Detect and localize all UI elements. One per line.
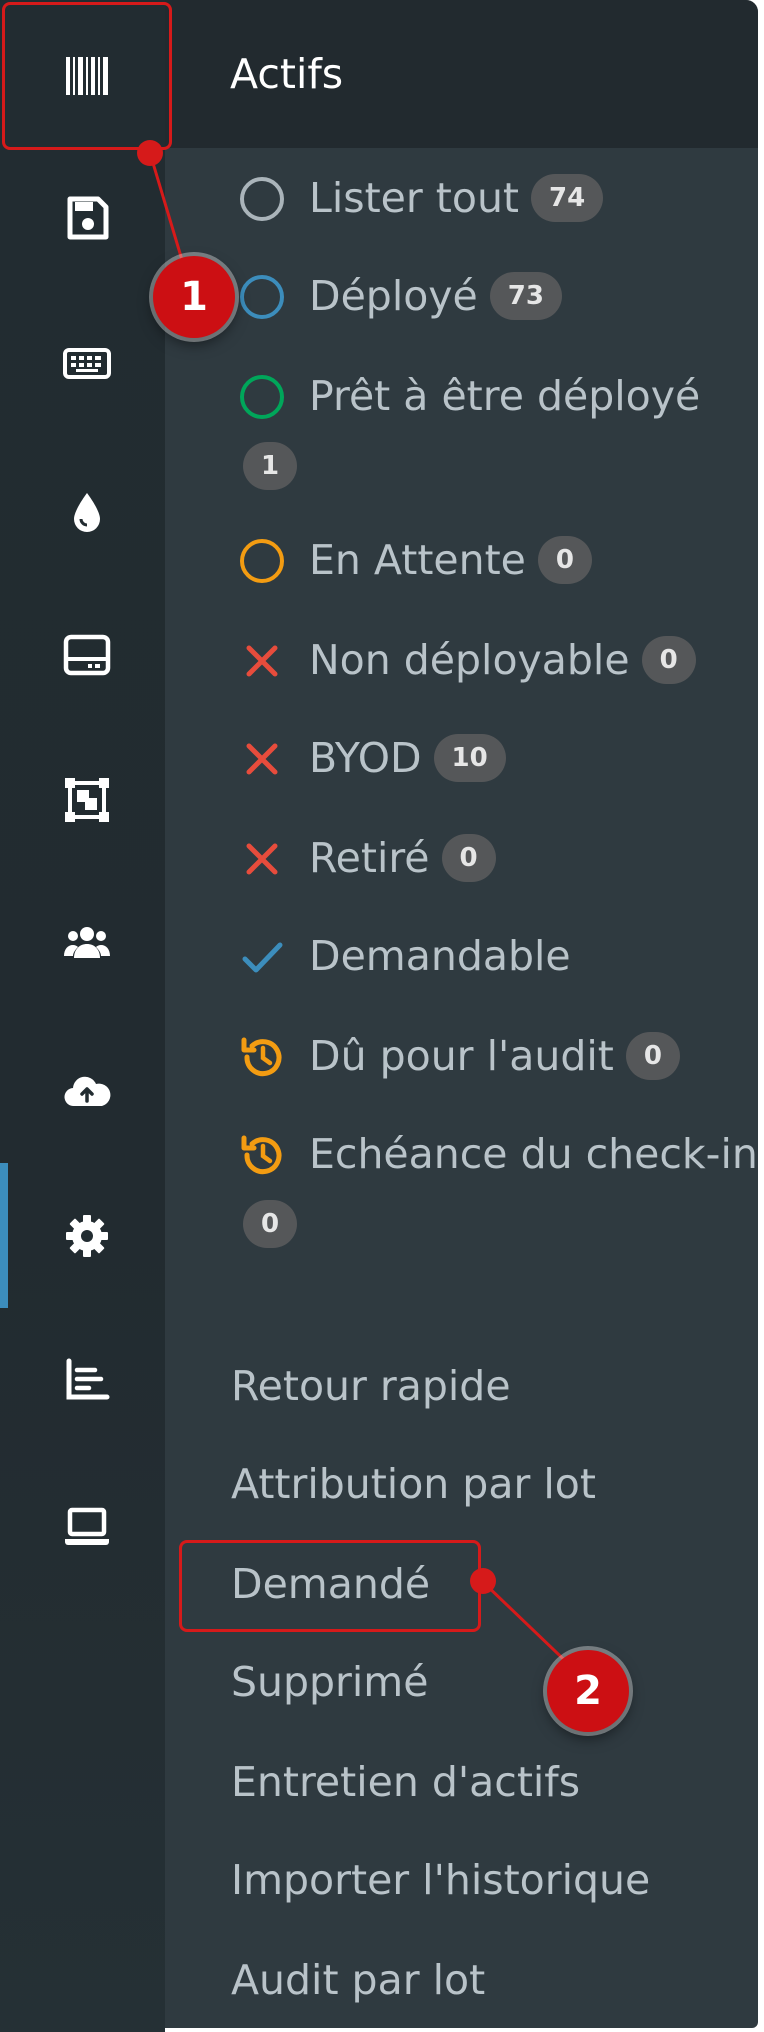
icon-rail xyxy=(0,0,165,2032)
circle-outline-icon xyxy=(240,275,284,319)
assets-submenu: Actifs Lister tout 74 Déployé 73 Prêt à êt… xyxy=(165,0,758,2028)
history-icon xyxy=(241,1037,282,1077)
link-quick-checkin[interactable]: Retour rapide xyxy=(231,1356,511,1416)
status-label: Demandable xyxy=(309,932,571,980)
count-badge: 73 xyxy=(489,272,562,320)
circle-outline-icon xyxy=(240,375,284,419)
status-label: Déployé xyxy=(309,272,478,320)
link-import-history[interactable]: Importer l'historique xyxy=(231,1850,650,1910)
page-title: Actifs xyxy=(230,50,344,98)
link-bulk-audit[interactable]: Audit par lot xyxy=(231,1950,485,2010)
status-label: Echéance du check-in xyxy=(309,1130,758,1178)
callout-anchor-dot xyxy=(137,140,163,166)
callout-badge-2: 2 xyxy=(547,1650,629,1732)
callout-anchor-dot xyxy=(470,1568,496,1594)
status-label: BYOD xyxy=(309,734,422,782)
callout-badge-1: 1 xyxy=(153,256,235,338)
laptop-icon[interactable] xyxy=(54,1493,120,1559)
active-indicator xyxy=(0,1163,8,1308)
circle-outline-icon xyxy=(240,539,284,583)
object-group-icon[interactable] xyxy=(54,767,120,833)
link-asset-maintenance[interactable]: Entretien d'actifs xyxy=(231,1752,580,1812)
x-icon xyxy=(246,645,278,677)
count-badge: 10 xyxy=(433,734,506,782)
floppy-disk-icon[interactable] xyxy=(54,185,120,251)
status-label: Non déployable xyxy=(309,636,630,684)
gear-icon[interactable] xyxy=(54,1203,120,1269)
submenu-header: Actifs xyxy=(165,0,758,148)
hard-drive-icon[interactable] xyxy=(54,622,120,688)
highlight-box-requested xyxy=(179,1540,481,1632)
status-label: En Attente xyxy=(309,536,526,584)
droplet-icon[interactable] xyxy=(54,480,120,546)
x-icon xyxy=(246,743,278,775)
circle-outline-icon xyxy=(240,177,284,221)
chart-area-icon[interactable] xyxy=(54,1346,120,1412)
cloud-upload-icon[interactable] xyxy=(54,1058,120,1124)
keyboard-icon[interactable] xyxy=(54,330,120,396)
count-badge: 0 xyxy=(243,1200,298,1248)
count-badge: 74 xyxy=(531,174,604,222)
count-badge: 0 xyxy=(441,834,496,882)
count-badge: 0 xyxy=(537,536,593,584)
link-bulk-checkout[interactable]: Attribution par lot xyxy=(231,1454,596,1514)
x-icon xyxy=(246,843,278,875)
status-label: Retiré xyxy=(309,834,430,882)
check-icon xyxy=(242,942,283,973)
status-label: Dû pour l'audit xyxy=(309,1032,614,1080)
highlight-box-barcode xyxy=(2,2,172,150)
status-label: Lister tout xyxy=(309,174,520,222)
status-label: Prêt à être déployé xyxy=(309,372,701,420)
users-icon[interactable] xyxy=(54,910,120,976)
link-deleted[interactable]: Supprimé xyxy=(231,1652,428,1712)
count-badge: 1 xyxy=(243,442,298,490)
count-badge: 0 xyxy=(625,1032,680,1080)
history-icon xyxy=(241,1135,282,1175)
count-badge: 0 xyxy=(641,636,696,684)
